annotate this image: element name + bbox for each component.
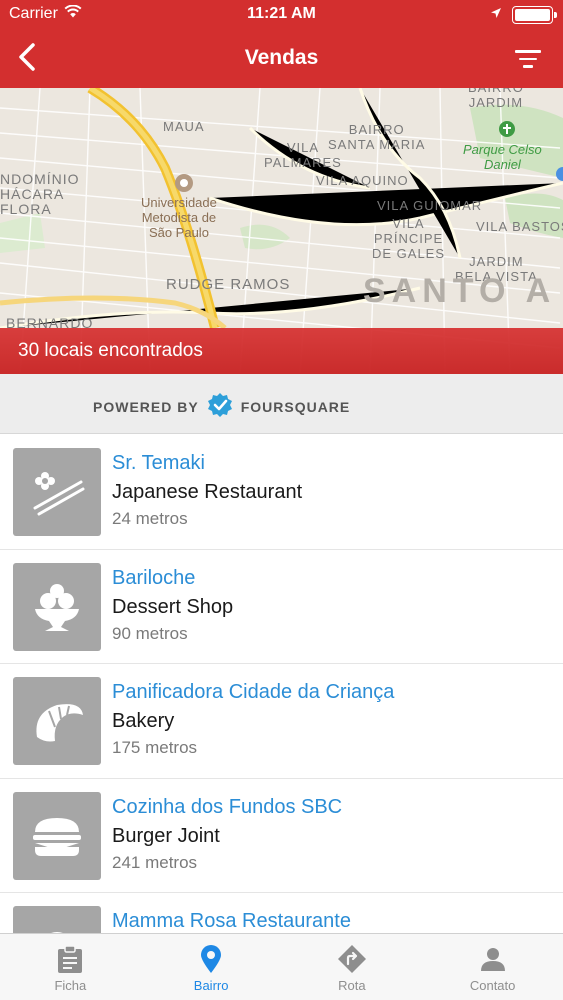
place-distance: 24 metros bbox=[112, 509, 188, 528]
tab-bairro[interactable]: Bairro bbox=[141, 934, 282, 1000]
powered-by-banner: POWERED BY FOURSQUARE bbox=[0, 374, 563, 434]
place-name[interactable]: Bariloche bbox=[112, 567, 195, 590]
status-time: 11:21 AM bbox=[247, 5, 316, 22]
map-label-vila-bastos: VILA BASTOS bbox=[476, 219, 563, 234]
tab-rota[interactable]: Rota bbox=[282, 934, 423, 1000]
map-label-universidade: Universidade Metodista de São Paulo bbox=[141, 195, 217, 240]
place-name[interactable]: Cozinha dos Fundos SBC bbox=[112, 796, 342, 819]
map-label-santo-andre: SANTO A bbox=[363, 272, 557, 310]
foursquare-logo-icon bbox=[207, 392, 233, 421]
map-label-maua: MAUA bbox=[163, 119, 205, 134]
page-title: Vendas bbox=[244, 46, 319, 69]
croissant-icon bbox=[13, 677, 101, 765]
list-item[interactable]: Mamma Rosa Restaurante bbox=[0, 893, 563, 933]
filter-icon-line bbox=[519, 57, 537, 61]
map-label-vila-palmares: VILA PALMARES bbox=[264, 140, 342, 170]
person-icon bbox=[478, 944, 508, 974]
tab-label: Rota bbox=[338, 978, 366, 993]
location-pin-icon bbox=[196, 944, 226, 974]
clipboard-icon bbox=[55, 944, 85, 974]
app-header: Carrier 11:21 AM Vendas bbox=[0, 0, 563, 88]
tab-label: Ficha bbox=[54, 978, 87, 993]
restaurant-icon bbox=[13, 906, 101, 933]
map-label-parque-celso-daniel: Parque Celso Daniel bbox=[463, 142, 542, 172]
place-category: Bakery bbox=[112, 710, 175, 732]
place-distance: 241 metros bbox=[112, 852, 198, 872]
map-label-bairro-jardim: BAIRRO JARDIM bbox=[468, 88, 524, 110]
places-list[interactable]: Sr. Temaki Japanese Restaurant 24 metros… bbox=[0, 435, 563, 933]
battery-icon bbox=[512, 6, 557, 24]
neighborhood-map[interactable]: MAUA BAIRRO JARDIM BAIRRO SANTA MARIA VI… bbox=[0, 88, 563, 374]
list-item[interactable]: Bariloche Dessert Shop 90 metros bbox=[0, 550, 563, 664]
nav-bar: Vendas bbox=[0, 30, 563, 88]
place-distance: 90 metros bbox=[112, 623, 188, 643]
map-label-rudge-ramos: RUDGE RAMOS bbox=[166, 276, 291, 293]
map-label-bairro-santa-maria: BAIRRO SANTA MARIA bbox=[328, 122, 426, 152]
location-arrow-icon bbox=[490, 6, 502, 24]
tab-ficha[interactable]: Ficha bbox=[0, 934, 141, 1000]
filter-icon-line bbox=[523, 65, 533, 68]
foursquare-brand: FOURSQUARE bbox=[240, 398, 351, 415]
tab-bar: Ficha Bairro Rota Contato bbox=[0, 933, 563, 1000]
results-bar: 30 locais encontrados bbox=[0, 328, 563, 374]
sushi-icon bbox=[13, 448, 101, 536]
place-name[interactable]: Panificadora Cidade da Criança bbox=[112, 681, 394, 704]
place-name[interactable]: Mamma Rosa Restaurante bbox=[112, 910, 351, 933]
results-count: 30 locais encontrados bbox=[18, 340, 203, 361]
status-right bbox=[490, 6, 557, 24]
filter-button[interactable] bbox=[511, 42, 545, 76]
map-label-vila-aquino: VILA AQUINO bbox=[316, 173, 409, 188]
tab-contato[interactable]: Contato bbox=[422, 934, 563, 1000]
list-item[interactable]: Panificadora Cidade da Criança Bakery 17… bbox=[0, 664, 563, 779]
filter-icon-line bbox=[515, 50, 541, 53]
map-label-vila-guiomar: VILA GUIOMAR bbox=[377, 198, 483, 213]
powered-by-label: POWERED BY bbox=[93, 398, 199, 415]
powered-by-content: POWERED BY FOURSQUARE bbox=[93, 392, 350, 421]
map-label-condominio: NDOMÍNIO HÁCARA FLORA bbox=[0, 171, 80, 217]
route-sign-icon bbox=[337, 944, 367, 974]
tab-label: Bairro bbox=[193, 978, 229, 993]
burger-icon bbox=[13, 791, 101, 880]
place-category: Burger Joint bbox=[112, 824, 220, 847]
map-label-vila-principe: VILA PRÍNCIPE DE GALES bbox=[372, 216, 446, 261]
place-name[interactable]: Sr. Temaki bbox=[112, 452, 205, 475]
place-distance: 175 metros bbox=[112, 738, 198, 757]
tab-label: Contato bbox=[469, 978, 516, 993]
ice-cream-icon bbox=[13, 562, 101, 651]
place-category: Dessert Shop bbox=[112, 595, 234, 618]
place-category: Japanese Restaurant bbox=[112, 481, 303, 503]
list-item[interactable]: Sr. Temaki Japanese Restaurant 24 metros bbox=[0, 435, 563, 550]
list-item[interactable]: Cozinha dos Fundos SBC Burger Joint 241 … bbox=[0, 779, 563, 893]
status-bar: Carrier 11:21 AM bbox=[0, 0, 563, 30]
